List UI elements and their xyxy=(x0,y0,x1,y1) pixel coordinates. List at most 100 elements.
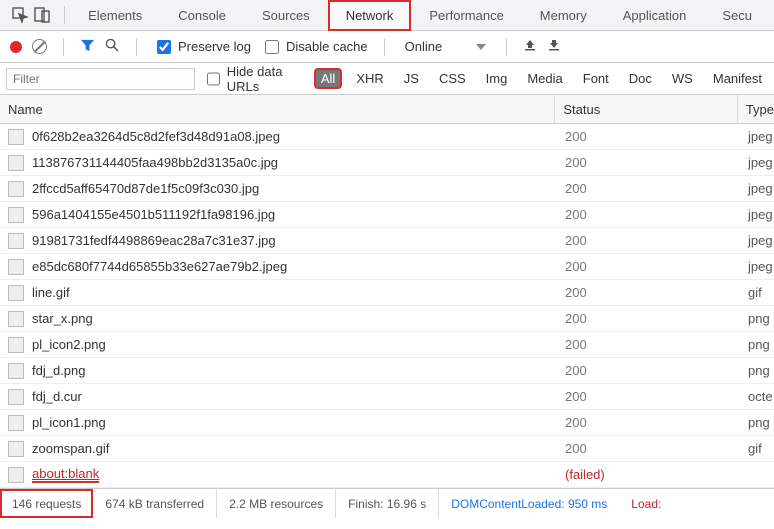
file-icon xyxy=(8,415,24,431)
tab-network[interactable]: Network xyxy=(328,0,412,31)
file-icon xyxy=(8,129,24,145)
clear-icon[interactable] xyxy=(32,39,47,54)
column-type[interactable]: Type xyxy=(738,95,774,123)
devtools-tabs: Elements Console Sources Network Perform… xyxy=(0,0,774,31)
tab-console[interactable]: Console xyxy=(160,0,244,31)
file-name: about:blank xyxy=(32,466,99,483)
disable-cache-checkbox[interactable]: Disable cache xyxy=(261,37,368,57)
cell-status: 200 xyxy=(557,389,740,404)
preserve-log-checkbox[interactable]: Preserve log xyxy=(153,37,251,57)
device-icon[interactable] xyxy=(34,7,50,23)
column-status[interactable]: Status xyxy=(555,95,737,123)
file-name: star_x.png xyxy=(32,311,93,326)
search-icon[interactable] xyxy=(105,38,120,56)
dropdown-caret-icon xyxy=(476,44,486,50)
chip-all[interactable]: All xyxy=(314,68,342,89)
cell-type: jpeg xyxy=(740,129,774,144)
table-row[interactable]: fdj_d.png200png xyxy=(0,358,774,384)
tab-memory[interactable]: Memory xyxy=(522,0,605,31)
file-name: pl_icon1.png xyxy=(32,415,106,430)
throttling-dropdown[interactable]: Online xyxy=(401,37,491,56)
table-row[interactable]: about:blank (failed) xyxy=(0,462,774,488)
table-row[interactable]: zoomspan.gif200gif xyxy=(0,436,774,462)
table-row[interactable]: 113876731144405faa498bb2d3135a0c.jpg200j… xyxy=(0,150,774,176)
table-row[interactable]: line.gif200gif xyxy=(0,280,774,306)
cell-name: fdj_d.png xyxy=(0,363,557,379)
cell-type: gif xyxy=(740,441,774,456)
file-icon xyxy=(8,337,24,353)
divider xyxy=(63,38,64,56)
chip-css[interactable]: CSS xyxy=(433,69,472,88)
cell-name: fdj_d.cur xyxy=(0,389,557,405)
table-row[interactable]: e85dc680f7744d65855b33e627ae79b2.jpeg200… xyxy=(0,254,774,280)
table-row[interactable]: pl_icon2.png200png xyxy=(0,332,774,358)
tab-security[interactable]: Secu xyxy=(704,0,770,31)
file-name: e85dc680f7744d65855b33e627ae79b2.jpeg xyxy=(32,259,287,274)
tab-performance[interactable]: Performance xyxy=(411,0,521,31)
cell-name: 0f628b2ea3264d5c8d2fef3d48d91a08.jpeg xyxy=(0,129,557,145)
chip-js[interactable]: JS xyxy=(398,69,425,88)
cell-status: (failed) xyxy=(557,467,740,482)
chip-xhr[interactable]: XHR xyxy=(350,69,389,88)
cell-name: pl_icon1.png xyxy=(0,415,557,431)
cell-type: jpeg xyxy=(740,155,774,170)
network-toolbar: Preserve log Disable cache Online xyxy=(0,31,774,63)
chip-manifest[interactable]: Manifest xyxy=(707,69,768,88)
disable-cache-input[interactable] xyxy=(265,40,279,54)
chip-img[interactable]: Img xyxy=(480,69,514,88)
cell-type: jpeg xyxy=(740,181,774,196)
tab-elements[interactable]: Elements xyxy=(70,0,160,31)
tab-application[interactable]: Application xyxy=(605,0,705,31)
cell-type: jpeg xyxy=(740,259,774,274)
file-icon xyxy=(8,259,24,275)
file-name: 91981731fedf4498869eac28a7c31e37.jpg xyxy=(32,233,276,248)
filter-input[interactable] xyxy=(6,68,195,90)
cell-status: 200 xyxy=(557,181,740,196)
file-icon xyxy=(8,363,24,379)
sb-requests: 146 requests xyxy=(0,489,93,518)
hide-data-urls-checkbox[interactable]: Hide data URLs xyxy=(203,64,306,94)
inspect-icon[interactable] xyxy=(12,7,28,23)
preserve-log-input[interactable] xyxy=(157,40,171,54)
file-icon xyxy=(8,207,24,223)
file-icon xyxy=(8,233,24,249)
table-row[interactable]: 2ffccd5aff65470d87de1f5c09f3c030.jpg 200j… xyxy=(0,176,774,202)
file-icon xyxy=(8,467,24,483)
cell-status: 200 xyxy=(557,285,740,300)
table-row[interactable]: 91981731fedf4498869eac28a7c31e37.jpg200j… xyxy=(0,228,774,254)
cell-name: star_x.png xyxy=(0,311,557,327)
chip-font[interactable]: Font xyxy=(577,69,615,88)
cell-status: 200 xyxy=(557,441,740,456)
sb-resources: 2.2 MB resources xyxy=(217,489,336,518)
cell-name: 2ffccd5aff65470d87de1f5c09f3c030.jpg xyxy=(0,181,557,197)
disable-cache-label: Disable cache xyxy=(286,39,368,54)
upload-icon[interactable] xyxy=(523,38,537,55)
chip-ws[interactable]: WS xyxy=(666,69,699,88)
hide-data-urls-input[interactable] xyxy=(207,72,220,86)
cell-status: 200 xyxy=(557,233,740,248)
table-row[interactable]: 0f628b2ea3264d5c8d2fef3d48d91a08.jpeg200… xyxy=(0,124,774,150)
file-name: 596a1404155e4501b511192f1fa98196.jpg xyxy=(32,207,275,222)
column-name[interactable]: Name xyxy=(0,95,555,123)
table-row[interactable]: star_x.png200png xyxy=(0,306,774,332)
file-name: pl_icon2.png xyxy=(32,337,106,352)
cell-name: e85dc680f7744d65855b33e627ae79b2.jpeg xyxy=(0,259,557,275)
table-row[interactable]: 596a1404155e4501b511192f1fa98196.jpg200j… xyxy=(0,202,774,228)
file-name: 2ffccd5aff65470d87de1f5c09f3c030.jpg xyxy=(32,181,259,196)
cell-type: octe xyxy=(740,389,774,404)
filter-toggle-icon[interactable] xyxy=(80,38,95,56)
table-row[interactable]: fdj_d.cur 200octe xyxy=(0,384,774,410)
cell-status: 200 xyxy=(557,363,740,378)
record-icon[interactable] xyxy=(10,41,22,53)
divider xyxy=(506,38,507,56)
chip-media[interactable]: Media xyxy=(521,69,568,88)
sb-domcontentloaded: DOMContentLoaded: 950 ms xyxy=(439,489,619,518)
chip-doc[interactable]: Doc xyxy=(623,69,658,88)
sb-finish: Finish: 16.96 s xyxy=(336,489,439,518)
divider xyxy=(384,38,385,56)
table-row[interactable]: pl_icon1.png200png xyxy=(0,410,774,436)
download-icon[interactable] xyxy=(547,38,561,55)
tab-sources[interactable]: Sources xyxy=(244,0,328,31)
file-name: fdj_d.cur xyxy=(32,389,82,404)
file-icon xyxy=(8,441,24,457)
